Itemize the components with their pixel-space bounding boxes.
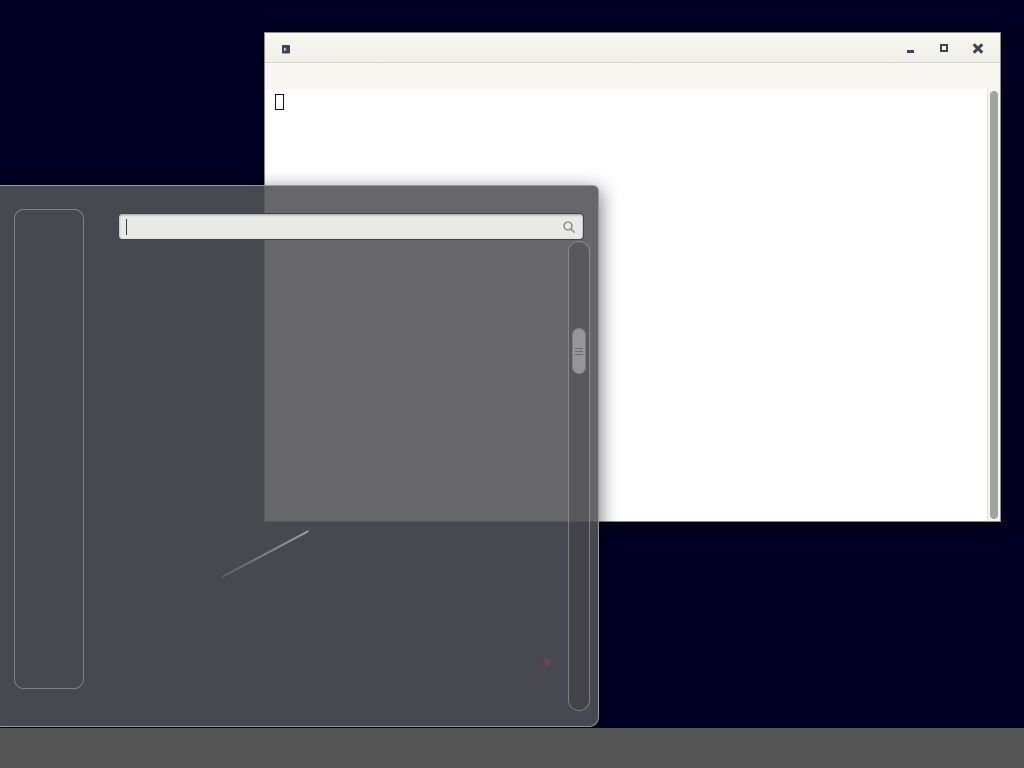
application-list bbox=[285, 241, 565, 723]
close-icon bbox=[973, 43, 983, 53]
terminal-titlebar[interactable] bbox=[265, 33, 1000, 63]
close-button[interactable] bbox=[968, 38, 988, 58]
terminal-menubar bbox=[265, 63, 1000, 89]
minimize-button[interactable] bbox=[900, 38, 920, 58]
search-icon bbox=[561, 219, 577, 235]
application-list-scrollbar[interactable] bbox=[568, 241, 590, 711]
terminal-scrollbar[interactable] bbox=[987, 89, 1000, 521]
favorites-rail bbox=[14, 209, 84, 689]
scrollbar-grip bbox=[575, 351, 583, 352]
maximize-icon bbox=[940, 44, 948, 52]
application-list-scrollbar-thumb[interactable] bbox=[572, 328, 586, 374]
shell-prompt bbox=[268, 93, 998, 111]
terminal-scrollbar-thumb[interactable] bbox=[990, 91, 998, 519]
search-input[interactable] bbox=[127, 216, 547, 237]
terminal-window-icon bbox=[280, 41, 292, 55]
minimize-icon bbox=[907, 50, 914, 53]
taskbar bbox=[0, 728, 1024, 768]
terminal-cursor bbox=[275, 94, 284, 110]
desktop bbox=[0, 0, 1024, 768]
maximize-button[interactable] bbox=[934, 38, 954, 58]
search-box[interactable] bbox=[118, 213, 584, 240]
text-caret bbox=[126, 219, 127, 235]
application-menu bbox=[0, 185, 599, 727]
